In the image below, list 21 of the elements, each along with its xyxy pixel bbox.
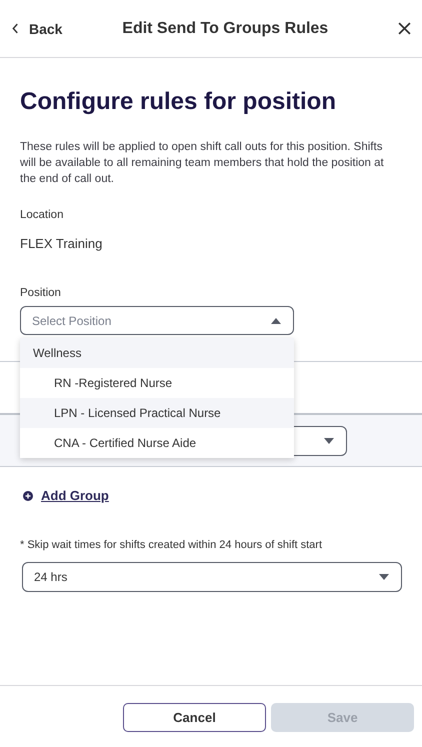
field-label: * Skip wait times for shifts created within 24 hours of shift start [20,539,324,551]
position-select[interactable]: Select Position [20,306,294,335]
chevron-left-icon [12,23,19,34]
close-icon [398,22,411,34]
field-label: Position [20,287,62,299]
group-header: Wellness [20,338,294,368]
close-button[interactable] [398,22,412,36]
description-text: These rules will be applied to open shift call outs for this position. Shifts will be available to all remaining team members that hold the position at the end of call out. [20,140,385,187]
back-button[interactable]: Back [12,20,62,36]
caret-icon [324,438,334,444]
plus-circle-icon [23,490,33,500]
cancel-button[interactable]: Cancel [123,703,266,732]
caret-icon [379,574,389,580]
menu-item[interactable]: LPN - Licensed Practical Nurse [20,398,294,428]
menu-item[interactable]: CNA - Certified Nurse Aide [20,428,294,458]
field-label: Location [20,209,64,221]
location-value: FLEX Training [20,236,104,251]
page-heading: Configure rules for position [20,87,337,117]
add-group-link[interactable]: Add Group [23,488,109,503]
wait-time-select[interactable]: 24 hrs [22,562,402,592]
menu-item[interactable]: RN -Registered Nurse [20,368,294,398]
